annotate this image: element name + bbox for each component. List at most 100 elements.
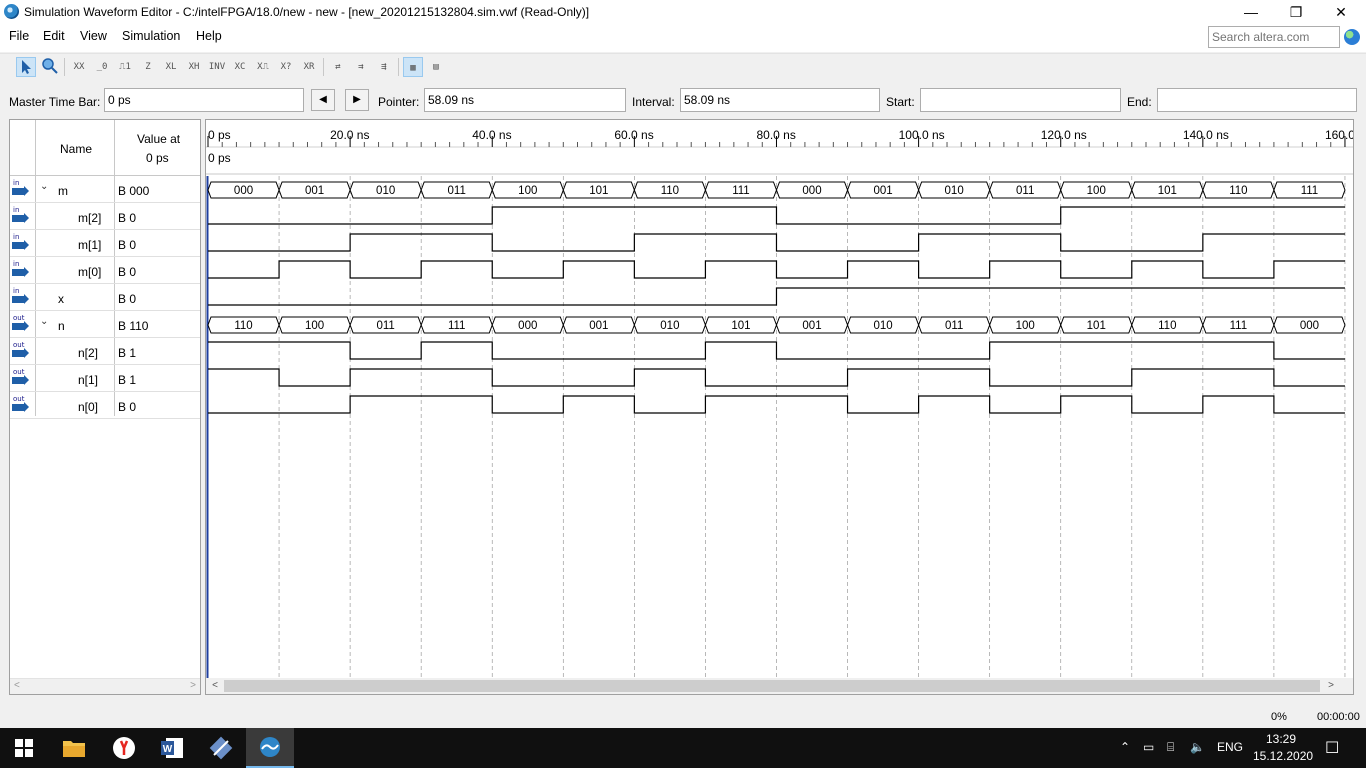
clock-date[interactable]: 15.12.2020 xyxy=(1253,749,1313,763)
overwrite-icon[interactable]: ⇉ xyxy=(351,57,371,77)
start-label: Start: xyxy=(886,95,915,109)
signal-row[interactable]: in x B 0 xyxy=(10,284,200,311)
app-icon xyxy=(4,4,19,19)
waveform-scrollbar[interactable]: < > xyxy=(206,678,1353,694)
bus-value-label: 001 xyxy=(802,320,821,332)
signal-row[interactable]: out ⌄ n B 110 xyxy=(10,311,200,338)
pointer-field[interactable]: 58.09 ns xyxy=(424,88,626,112)
grid-icon[interactable]: ▦ xyxy=(403,57,423,77)
maximize-button[interactable]: ❐ xyxy=(1273,0,1319,24)
signal-waveform-n1 xyxy=(208,368,1345,387)
master-time-field[interactable]: 0 ps xyxy=(104,88,304,112)
expand-chevron-icon[interactable]: ⌄ xyxy=(40,181,48,192)
simulation-waveform-editor-icon[interactable] xyxy=(246,728,294,768)
name-panel-scrollbar[interactable]: < > xyxy=(10,678,200,694)
previous-transition-button[interactable]: ◀ xyxy=(311,89,335,111)
menu-bar: File Edit View Simulation Help xyxy=(0,24,1366,52)
bus-value-label: 111 xyxy=(732,185,749,197)
notifications-icon[interactable]: ☐ xyxy=(1325,738,1339,758)
force-high-icon[interactable]: ⎍1 xyxy=(115,57,135,77)
scroll-left-icon[interactable]: < xyxy=(207,678,223,694)
minimize-button[interactable]: — xyxy=(1228,0,1274,24)
signal-row[interactable]: out n[2] B 1 xyxy=(10,338,200,365)
waveform-panel[interactable]: 0 ps 20.0 ns 40.0 ns 60.0 ns 80.0 ns 100.0 ns… xyxy=(205,119,1354,695)
signal-value: B 0 xyxy=(118,211,137,225)
output-pin-icon: out xyxy=(12,368,30,388)
name-column-header[interactable]: Name xyxy=(60,142,92,156)
interval-field[interactable]: 58.09 ns xyxy=(680,88,880,112)
signal-row[interactable]: in m[2] B 0 xyxy=(10,203,200,230)
signal-waveform-x xyxy=(208,287,1345,306)
expand-icon[interactable]: ▤ xyxy=(426,57,446,77)
signal-row[interactable]: in ⌄ m B 000 xyxy=(10,176,200,203)
close-button[interactable]: ✕ xyxy=(1318,0,1364,24)
count-value-icon[interactable]: XC xyxy=(230,57,250,77)
battery-icon[interactable]: ▭ xyxy=(1143,740,1154,754)
start-button[interactable] xyxy=(0,728,48,768)
signal-waveform-m1 xyxy=(208,233,1345,252)
scrollbar-thumb[interactable] xyxy=(224,680,1320,692)
ruler-label: 120.0 ns xyxy=(1041,128,1087,142)
high-impedance-icon[interactable]: Z xyxy=(138,57,158,77)
input-pin-icon: in xyxy=(12,233,30,253)
random-value-icon[interactable]: XR xyxy=(299,57,319,77)
bus-value-label: 001 xyxy=(873,185,892,197)
expand-chevron-icon[interactable]: ⌄ xyxy=(40,316,48,327)
bus-value-label: 101 xyxy=(589,185,608,197)
zoom-icon[interactable] xyxy=(40,57,60,77)
signal-value: B 000 xyxy=(118,184,150,198)
select-icon[interactable] xyxy=(16,57,36,77)
bus-value-label: 111 xyxy=(1230,320,1247,332)
menu-edit[interactable]: Edit xyxy=(43,29,65,43)
signal-value: B 1 xyxy=(118,346,137,360)
globe-icon[interactable] xyxy=(1344,29,1360,45)
toolbar: XX _0 ⎍1 Z XL XH INV XC X⎍ X? XR ⇄ ⇉ ⇶ ▦… xyxy=(0,53,1366,79)
ruler-label: 80.0 ns xyxy=(756,128,795,142)
menu-help[interactable]: Help xyxy=(196,29,222,43)
bus-value-label: 101 xyxy=(1158,185,1177,197)
scroll-right-icon[interactable]: > xyxy=(1323,678,1339,694)
input-pin-icon: in xyxy=(12,260,30,280)
signal-row[interactable]: in m[1] B 0 xyxy=(10,230,200,257)
menu-file[interactable]: File xyxy=(9,29,29,43)
menu-view[interactable]: View xyxy=(80,29,107,43)
signal-row[interactable]: in m[0] B 0 xyxy=(10,257,200,284)
menu-simulation[interactable]: Simulation xyxy=(122,29,180,43)
unknown-value-icon[interactable]: XX xyxy=(69,57,89,77)
value-column-header[interactable]: Value at xyxy=(137,132,180,146)
snap-icon[interactable]: ⇄ xyxy=(328,57,348,77)
arbitrary-value-icon[interactable]: X? xyxy=(276,57,296,77)
group-icon[interactable]: ⇶ xyxy=(374,57,394,77)
clock-time[interactable]: 13:29 xyxy=(1266,732,1296,746)
interval-label: Interval: xyxy=(632,95,675,109)
force-low-icon[interactable]: _0 xyxy=(92,57,112,77)
bus-value-label: 100 xyxy=(518,185,537,197)
network-icon[interactable]: ⌸ xyxy=(1167,740,1174,755)
weak-low-icon[interactable]: XL xyxy=(161,57,181,77)
signal-value: B 110 xyxy=(118,319,149,333)
status-bar: 0% 00:00:00 xyxy=(0,705,1366,728)
language-indicator[interactable]: ENG xyxy=(1217,740,1243,754)
start-field[interactable] xyxy=(920,88,1121,112)
volume-icon[interactable]: 🔈 xyxy=(1190,740,1205,754)
signal-row[interactable]: out n[0] B 0 xyxy=(10,392,200,419)
signal-row[interactable]: out n[1] B 1 xyxy=(10,365,200,392)
next-transition-button[interactable]: ▶ xyxy=(345,89,369,111)
yandex-browser-icon[interactable] xyxy=(100,728,148,768)
quartus-tools-icon[interactable] xyxy=(197,728,245,768)
weak-high-icon[interactable]: XH xyxy=(184,57,204,77)
show-hidden-icons[interactable]: ⌃ xyxy=(1120,740,1130,754)
value-column-time: 0 ps xyxy=(146,151,169,165)
bus-value-label: 100 xyxy=(1087,185,1106,197)
clock-icon[interactable]: X⎍ xyxy=(253,57,273,77)
search-input[interactable] xyxy=(1208,26,1340,48)
bus-value-label: 100 xyxy=(1016,320,1035,332)
bus-value-label: 001 xyxy=(589,320,608,332)
word-icon[interactable]: W xyxy=(148,728,196,768)
end-label: End: xyxy=(1127,95,1152,109)
end-field[interactable] xyxy=(1157,88,1357,112)
file-explorer-icon[interactable] xyxy=(50,728,98,768)
invert-icon[interactable]: INV xyxy=(207,57,227,77)
bus-value-label: 010 xyxy=(945,185,964,197)
waveform-canvas[interactable]: 0 ps 20.0 ns 40.0 ns 60.0 ns 80.0 ns 100.0 ns… xyxy=(206,120,1353,678)
